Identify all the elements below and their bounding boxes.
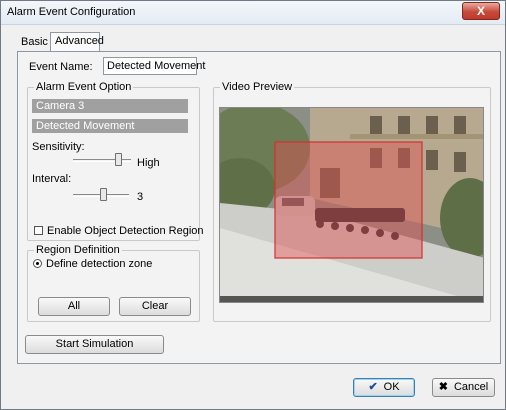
title-bar[interactable]: Alarm Event Configuration X [1,1,505,25]
video-preview-image[interactable] [219,107,484,303]
event-name-label: Event Name: [29,61,93,73]
object-detection-label: Enable Object Detection Region [47,225,204,237]
street-scene-image [220,108,483,302]
detection-region-overlay[interactable] [274,141,423,259]
tab-basic[interactable]: Basic [17,34,49,52]
define-zone-radio[interactable] [33,259,42,268]
sensitivity-label: Sensitivity: [32,141,85,153]
tab-advanced[interactable]: Advanced [50,32,104,51]
define-zone-label: Define detection zone [46,258,153,270]
alarm-event-option-title: Alarm Event Option [34,81,134,93]
close-button[interactable]: X [462,2,500,20]
event-name-field[interactable]: Detected Movement [103,57,205,75]
sensitivity-slider-thumb[interactable] [115,153,122,166]
close-icon: X [476,4,485,18]
cancel-button[interactable]: ✖ Cancel [432,378,495,397]
x-icon: ✖ [438,381,448,393]
event-type-field: Detected Movement [32,119,188,133]
video-preview-title: Video Preview [220,81,295,93]
interval-label: Interval: [32,173,72,185]
ok-label: OK [383,381,400,393]
region-definition-title: Region Definition [34,244,122,256]
object-detection-checkbox[interactable] [34,226,43,235]
all-button[interactable]: All [38,297,110,316]
check-icon: ✔ [368,381,378,393]
cancel-label: Cancel [453,381,489,393]
window-title: Alarm Event Configuration [7,6,136,18]
interval-value: 3 [137,191,144,203]
clear-button[interactable]: Clear [119,297,191,316]
sensitivity-slider-track[interactable] [73,159,131,162]
interval-slider-thumb[interactable] [100,188,107,201]
start-simulation-button[interactable]: Start Simulation [25,335,164,354]
ok-button[interactable]: ✔ OK [353,378,415,397]
dialog-window: Alarm Event Configuration X Basic Advanc… [0,0,506,410]
camera-field: Camera 3 [32,99,188,113]
sensitivity-value: High [137,157,160,169]
